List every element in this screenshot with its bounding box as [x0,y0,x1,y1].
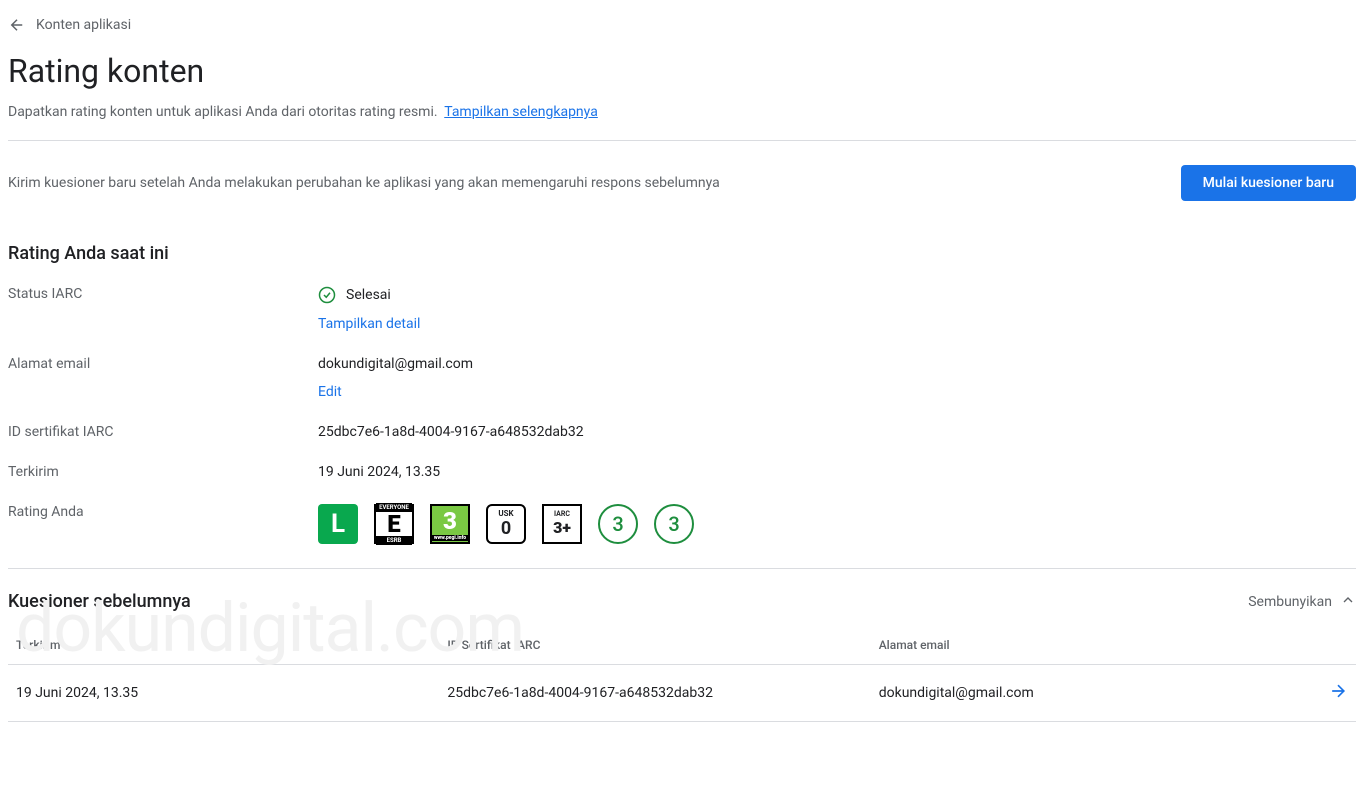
email-label: Alamat email [8,356,318,372]
arrow-right-icon [1328,689,1348,705]
sent-row: Terkirim 19 Juni 2024, 13.35 [8,464,1356,480]
table-header-email: Alamat email [871,626,1316,665]
chevron-up-icon [1340,592,1356,612]
learn-more-link[interactable]: Tampilkan selengkapnya [444,104,598,120]
page-subtitle: Dapatkan rating konten untuk aplikasi An… [8,104,1356,120]
table-row[interactable]: 19 Juni 2024, 13.35 25dbc7e6-1a8d-4004-9… [8,665,1356,722]
previous-questionnaire-table: Terkirim ID Sertifikat IARC Alamat email… [8,626,1356,722]
arrow-left-icon [8,16,26,34]
current-rating-title: Rating Anda saat ini [8,243,1356,264]
action-bar: Kirim kuesioner baru setelah Anda melaku… [8,141,1356,225]
divider [8,568,1356,569]
email-value: dokundigital@gmail.com [318,356,473,372]
cert-row: ID sertifikat IARC 25dbc7e6-1a8d-4004-91… [8,424,1356,440]
rating-badge-usk-icon: USK 0 [486,504,526,544]
cert-value: 25dbc7e6-1a8d-4004-9167-a648532dab32 [318,424,584,440]
rating-badge-classind-icon: L [318,504,358,544]
back-link[interactable]: Konten aplikasi [8,8,1356,42]
status-row: Status IARC Selesai Tampilkan detail [8,286,1356,332]
rating-badge-esrb-icon: EVERYONE E ESRB [374,504,414,544]
sent-label: Terkirim [8,464,318,480]
rating-row: Rating Anda L EVERYONE E ESRB 3 www.pegi… [8,504,1356,544]
action-bar-text: Kirim kuesioner baru setelah Anda melaku… [8,175,720,191]
hide-toggle[interactable]: Sembunyikan [1248,592,1356,612]
table-header-sent: Terkirim [8,626,439,665]
status-value: Selesai [346,287,391,303]
rating-badge-google-icon: 3 [598,504,638,544]
cell-cert: 25dbc7e6-1a8d-4004-9167-a648532dab32 [439,665,870,722]
cell-sent: 19 Juni 2024, 13.35 [8,665,439,722]
edit-email-link[interactable]: Edit [318,384,473,400]
rating-badges: L EVERYONE E ESRB 3 www.pegi.info USK 0 … [318,504,694,544]
page-title: Rating konten [8,52,1356,90]
row-open-button[interactable] [1316,665,1356,722]
rating-label: Rating Anda [8,504,318,520]
status-label: Status IARC [8,286,318,302]
show-detail-link[interactable]: Tampilkan detail [318,316,420,332]
back-link-label: Konten aplikasi [36,17,131,33]
rating-badge-iarc-icon: IARC 3+ [542,504,582,544]
sent-value: 19 Juni 2024, 13.35 [318,464,440,480]
cert-label: ID sertifikat IARC [8,424,318,440]
table-header-cert: ID Sertifikat IARC [439,626,870,665]
hide-label: Sembunyikan [1248,594,1332,610]
rating-badge-pegi-icon: 3 www.pegi.info [430,504,470,544]
check-circle-icon [318,286,336,304]
cell-email: dokundigital@gmail.com [871,665,1316,722]
subtitle-text: Dapatkan rating konten untuk aplikasi An… [8,104,438,120]
previous-questionnaire-title: Kuesioner sebelumnya [8,591,191,612]
email-row: Alamat email dokundigital@gmail.com Edit [8,356,1356,400]
start-questionnaire-button[interactable]: Mulai kuesioner baru [1181,165,1356,201]
rating-badge-generic-icon: 3 [654,504,694,544]
